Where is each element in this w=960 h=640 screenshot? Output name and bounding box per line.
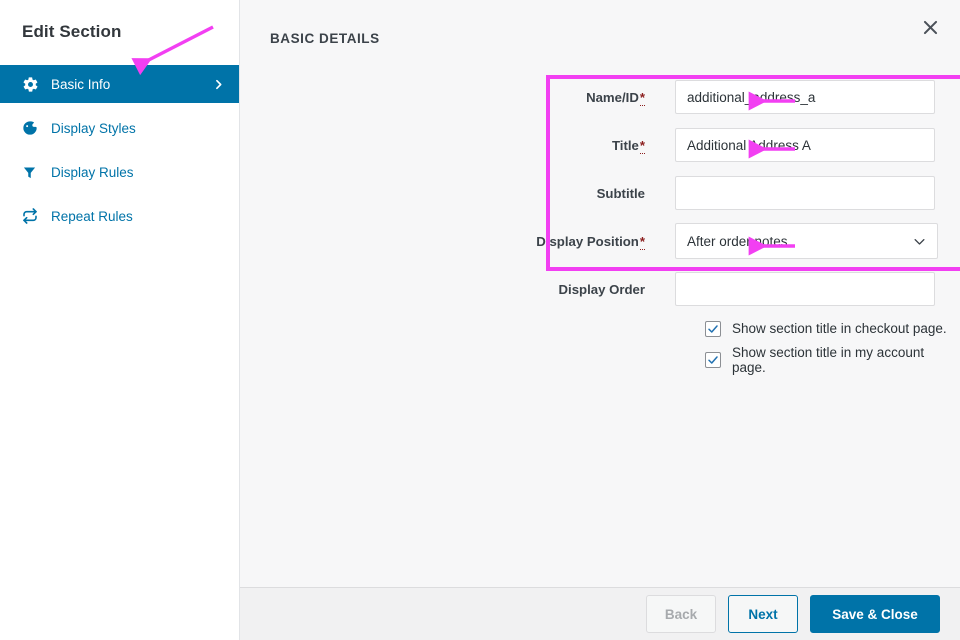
subtitle-input[interactable] xyxy=(675,176,935,210)
sidebar-item-display-styles[interactable]: Display Styles xyxy=(0,109,239,147)
gear-icon xyxy=(22,74,44,94)
checkbox-label: Show section title in checkout page. xyxy=(732,321,947,336)
form-row-subtitle: Subtitle xyxy=(240,169,960,217)
sidebar-item-label: Display Rules xyxy=(51,165,134,180)
sidebar-item-display-rules[interactable]: Display Rules xyxy=(0,153,239,191)
required-marker: * xyxy=(640,138,645,154)
basic-details-form: Name/ID* Title* Subtitle Display Positio… xyxy=(240,73,960,375)
footer-actions: Back Next Save & Close xyxy=(240,587,960,640)
field-label-subtitle: Subtitle xyxy=(270,186,675,201)
display-position-select[interactable]: After order notes xyxy=(675,223,938,259)
page-title: Edit Section xyxy=(0,0,239,42)
sidebar-item-repeat-rules[interactable]: Repeat Rules xyxy=(0,197,239,235)
close-icon[interactable] xyxy=(917,14,943,40)
sidebar-item-label: Repeat Rules xyxy=(51,209,133,224)
sidebar-nav: Basic Info Display Styles xyxy=(0,65,239,235)
display-order-input[interactable] xyxy=(675,272,935,306)
sidebar: Edit Section Basic Info xyxy=(0,0,240,640)
content-area: BASIC DETAILS Name/ID* Title* Subtitle D… xyxy=(240,0,960,587)
sidebar-item-label: Basic Info xyxy=(51,77,110,92)
form-row-name-id: Name/ID* xyxy=(240,73,960,121)
field-label-title: Title* xyxy=(270,138,675,153)
back-button[interactable]: Back xyxy=(646,595,716,633)
checkbox-row-my-account: Show section title in my account page. xyxy=(240,344,960,375)
display-position-value: After order notes xyxy=(687,234,788,249)
show-title-my-account-checkbox[interactable] xyxy=(705,352,721,368)
sidebar-item-label: Display Styles xyxy=(51,121,136,136)
name-id-input[interactable] xyxy=(675,80,935,114)
edit-section-modal: Edit Section Basic Info xyxy=(0,0,960,640)
form-row-display-position: Display Position* After order notes xyxy=(240,217,960,265)
show-title-checkout-checkbox[interactable] xyxy=(705,321,721,337)
form-row-title: Title* xyxy=(240,121,960,169)
palette-icon xyxy=(22,118,44,138)
required-marker: * xyxy=(640,234,645,250)
form-row-display-order: Display Order xyxy=(240,265,960,313)
main-panel: BASIC DETAILS Name/ID* Title* Subtitle D… xyxy=(240,0,960,640)
title-input[interactable] xyxy=(675,128,935,162)
required-marker: * xyxy=(640,90,645,106)
field-label-name-id: Name/ID* xyxy=(270,90,675,105)
field-label-display-order: Display Order xyxy=(270,282,675,297)
field-label-display-position: Display Position* xyxy=(270,234,675,249)
chevron-right-icon xyxy=(212,78,225,91)
chevron-down-icon xyxy=(912,224,927,258)
sidebar-item-basic-info[interactable]: Basic Info xyxy=(0,65,239,103)
checkbox-label: Show section title in my account page. xyxy=(732,345,960,375)
funnel-icon xyxy=(22,162,44,182)
next-button[interactable]: Next xyxy=(728,595,798,633)
save-and-close-button[interactable]: Save & Close xyxy=(810,595,940,633)
repeat-icon xyxy=(22,206,44,226)
checkbox-row-checkout: Show section title in checkout page. xyxy=(240,313,960,344)
section-heading: BASIC DETAILS xyxy=(240,0,960,46)
